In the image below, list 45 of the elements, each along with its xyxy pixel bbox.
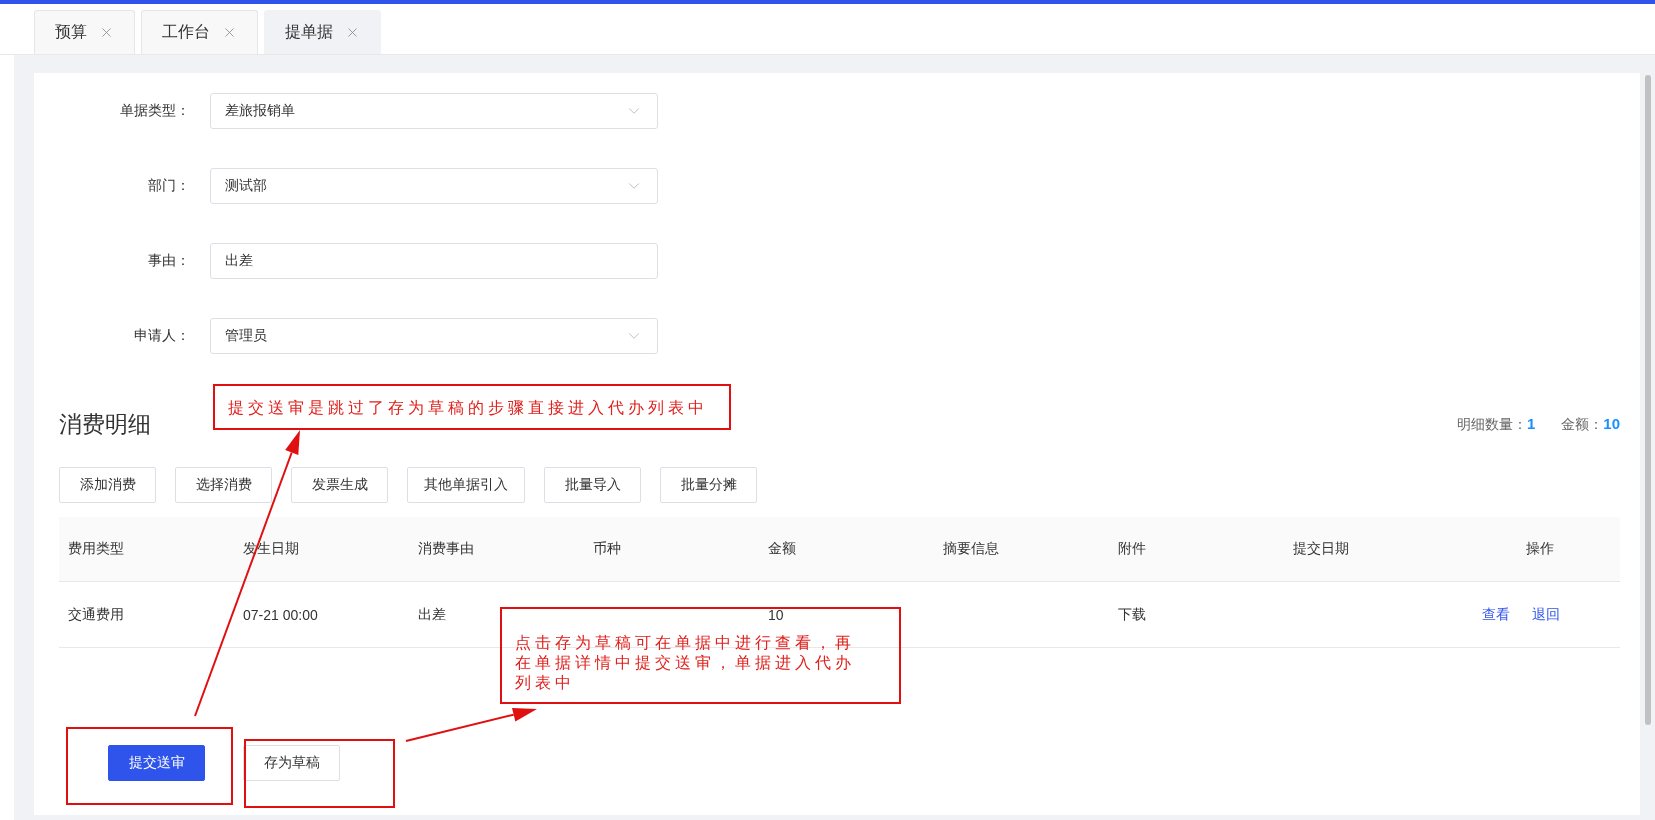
toolbar-button[interactable]: 批量导入 <box>544 467 641 503</box>
column-header: 提交日期 <box>1292 540 1350 558</box>
draft-button[interactable]: 存为草稿 <box>243 745 340 781</box>
table-cell-text: 出差 <box>417 605 447 624</box>
select-field[interactable]: 测试部 <box>210 168 658 204</box>
tab[interactable]: 预算 <box>34 10 135 54</box>
tab[interactable]: 提单据 <box>264 10 381 54</box>
summary-label: 金额： <box>1561 415 1604 434</box>
summary-value: 1 <box>1526 414 1536 432</box>
select-field[interactable]: 差旅报销单 <box>210 93 658 129</box>
toolbar-button[interactable]: 添加消费 <box>59 467 156 503</box>
field-label: 申请人： <box>133 327 190 345</box>
section-title: 消费明细 <box>59 409 151 439</box>
row-action-link[interactable]: 退回 <box>1532 605 1560 624</box>
column-header: 摘要信息 <box>942 540 1000 558</box>
field-label: 单据类型： <box>119 102 190 120</box>
select-field[interactable]: 管理员 <box>210 318 658 354</box>
table-cell-text: 07-21 00:00 <box>242 606 319 623</box>
tab[interactable]: 工作台 <box>141 10 258 54</box>
annotation-note: 提交送审是跳过了存为草稿的步骤直接进入代办列表中 <box>213 384 731 430</box>
summary-label: 明细数量： <box>1456 415 1527 434</box>
close-icon[interactable] <box>345 25 360 40</box>
summary-value: 10 <box>1603 414 1620 432</box>
column-header: 金额 <box>767 540 797 558</box>
close-icon[interactable] <box>222 25 237 40</box>
close-icon[interactable] <box>99 25 114 40</box>
column-header: 附件 <box>1117 540 1147 558</box>
field-label: 事由： <box>147 252 190 270</box>
field-label: 部门： <box>147 177 190 195</box>
column-header: 发生日期 <box>242 540 300 558</box>
input-field[interactable]: 出差 <box>210 243 658 279</box>
column-header: 币种 <box>592 540 622 558</box>
row-action-link[interactable]: 查看 <box>1482 605 1510 624</box>
table-cell-text: 下载 <box>1117 605 1147 624</box>
column-header: 消费事由 <box>417 540 475 558</box>
column-header: 费用类型 <box>67 540 125 558</box>
submit-button[interactable]: 提交送审 <box>108 745 205 781</box>
table-cell-text: 10 <box>767 606 785 623</box>
table-cell-text: 交通费用 <box>67 605 125 624</box>
scrollbar[interactable] <box>1644 75 1651 725</box>
toolbar-button[interactable]: 选择消费 <box>175 467 272 503</box>
toolbar-button[interactable]: 批量分摊 <box>660 467 757 503</box>
toolbar-button[interactable]: 其他单据引入 <box>407 467 525 503</box>
column-header: 操作 <box>1524 540 1555 558</box>
toolbar-button[interactable]: 发票生成 <box>291 467 388 503</box>
